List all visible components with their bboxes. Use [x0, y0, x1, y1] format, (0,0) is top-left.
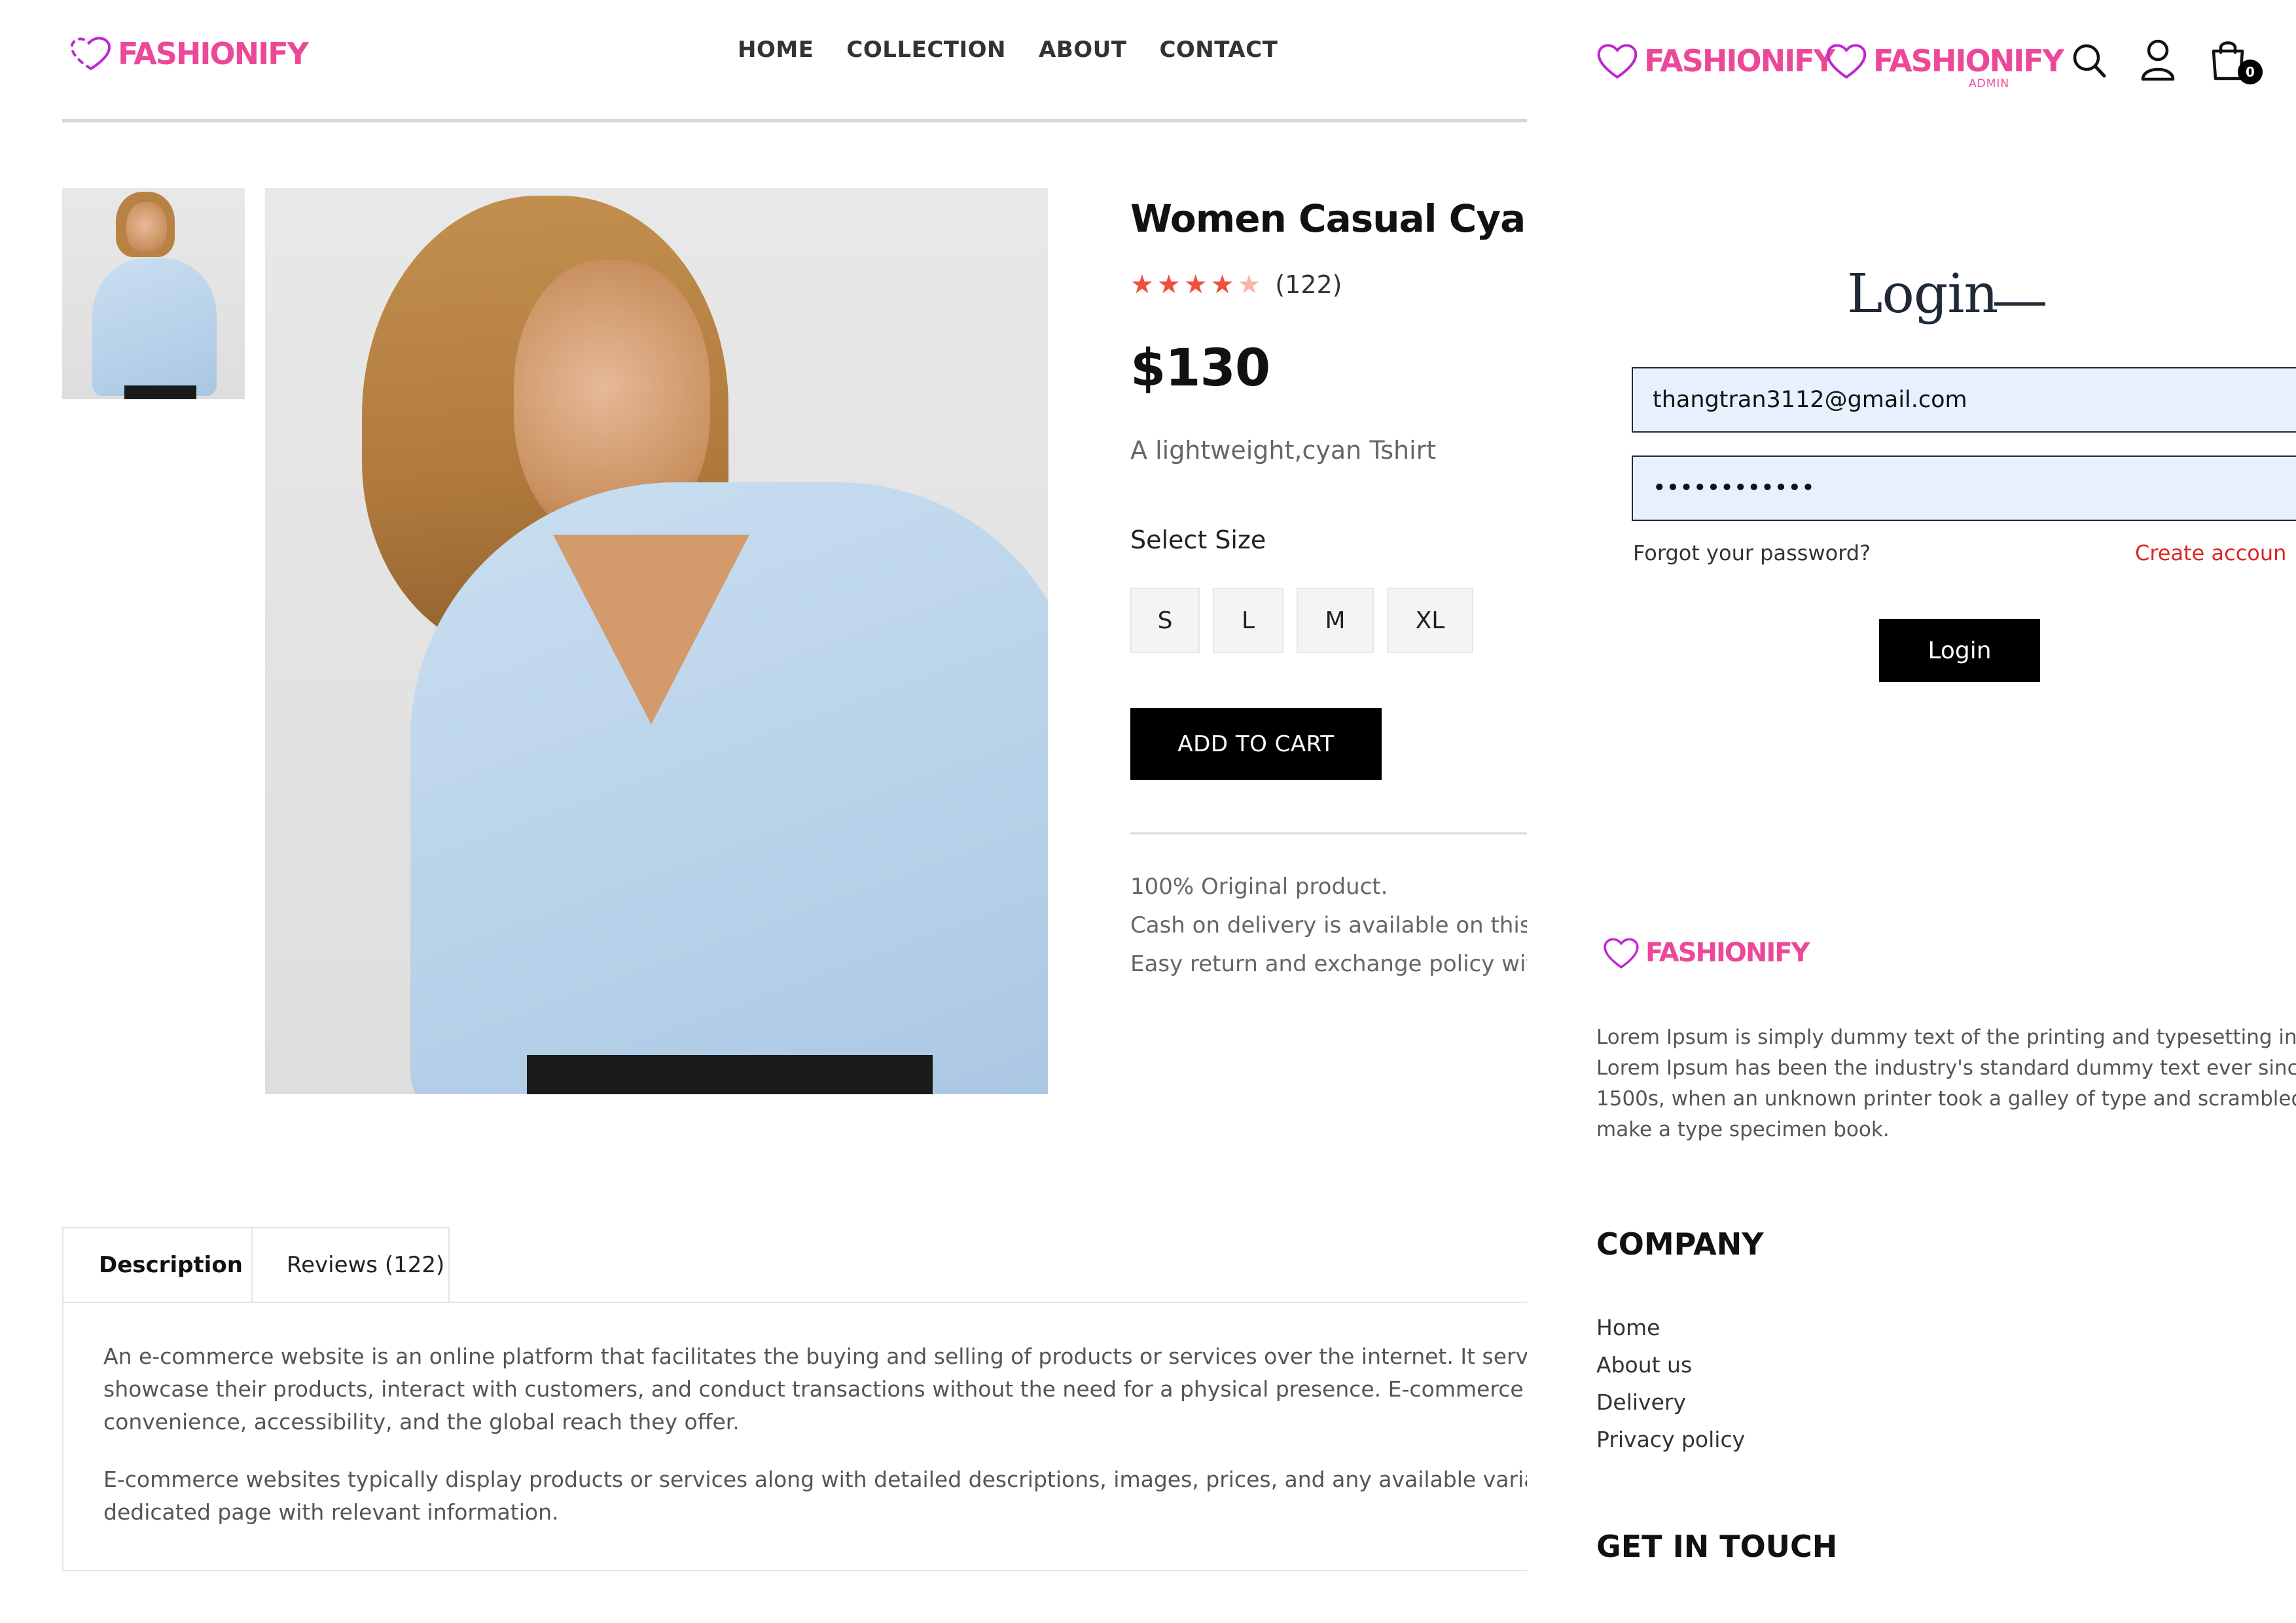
product-policies: 100% Original product. Cash on delivery … [1130, 868, 1527, 984]
login-page-pane: FASHIONIFY FASHIONIFY ADMIN 0 Login Forg… [1527, 0, 2296, 1623]
footer-about-line: Lorem Ipsum is simply dummy text of the … [1596, 1026, 2296, 1049]
email-field[interactable] [1632, 367, 2296, 433]
star-icon: ★ [1130, 270, 1154, 300]
cart-count-badge: 0 [2238, 60, 2263, 84]
product-tabs: Description Reviews (122) [62, 1227, 450, 1302]
forgot-password-link[interactable]: Forgot your password? [1633, 541, 1871, 565]
policy-item: Easy return and exchange policy within [1130, 951, 1527, 977]
footer-delivery-link[interactable]: Delivery [1596, 1383, 1745, 1421]
nav-contact-link[interactable]: CONTACT [1159, 37, 1278, 63]
policy-item: Cash on delivery is available on this pr… [1130, 912, 1527, 938]
product-rating: ★ ★ ★ ★ ★ (122) [1130, 270, 1342, 299]
admin-badge: ADMIN [1969, 77, 2010, 90]
fashionify-admin-logo[interactable]: FASHIONIFY ADMIN [1825, 42, 2064, 90]
header-divider [62, 119, 1527, 122]
logo-wordmark: FASHIONIFY [118, 36, 309, 71]
star-icon: ★ [1157, 270, 1181, 300]
rating-count: (122) [1275, 270, 1342, 299]
product-price: $130 [1130, 339, 1270, 398]
rating-stars: ★ ★ ★ ★ ★ [1130, 272, 1261, 298]
description-line: showcase their products, interact with c… [103, 1376, 1527, 1402]
nav-about-link[interactable]: ABOUT [1039, 37, 1126, 63]
admin-logo-wordmark: FASHIONIFY [1873, 43, 2064, 79]
heart-icon [1826, 44, 1867, 79]
star-icon: ★ [1183, 270, 1208, 300]
logo-wordmark: FASHIONIFY [1644, 43, 1835, 79]
heart-icon [70, 37, 111, 70]
get-in-touch-heading: GET IN TOUCH [1596, 1529, 1838, 1564]
password-field[interactable] [1632, 455, 2296, 521]
size-xl-button[interactable]: XL [1387, 588, 1473, 653]
heart-icon [1604, 938, 1639, 969]
nav-collection-link[interactable]: COLLECTION [846, 37, 1006, 63]
footer-logo: FASHIONIFY [1602, 936, 1810, 970]
user-icon[interactable] [2140, 39, 2176, 82]
description-line: An e-commerce website is an online platf… [103, 1344, 1527, 1369]
star-icon: ★ [1237, 270, 1261, 300]
main-nav: HOME COLLECTION ABOUT CONTACT [738, 37, 1278, 63]
size-s-button[interactable]: S [1130, 588, 1200, 653]
footer-about-line: make a type specimen book. [1596, 1118, 1890, 1141]
login-button[interactable]: Login [1879, 619, 2040, 682]
heart-icon [1597, 44, 1638, 79]
tab-reviews[interactable]: Reviews (122) [253, 1227, 450, 1302]
add-to-cart-button[interactable]: ADD TO CART [1130, 708, 1382, 780]
size-m-button[interactable]: M [1297, 588, 1374, 653]
footer-about-line: Lorem Ipsum has been the industry's stan… [1596, 1056, 2296, 1080]
footer-about-text: Lorem Ipsum is simply dummy text of the … [1596, 1022, 2296, 1145]
footer-logo-wordmark: FASHIONIFY [1645, 938, 1810, 968]
search-icon[interactable] [2071, 42, 2108, 80]
select-size-label: Select Size [1130, 526, 1266, 554]
star-icon: ★ [1210, 270, 1234, 300]
size-l-button[interactable]: L [1213, 588, 1283, 653]
company-links: Home About us Delivery Privacy policy [1596, 1309, 1745, 1458]
description-line: E-commerce websites typically display pr… [103, 1467, 1527, 1492]
fashionify-logo[interactable]: FASHIONIFY [1596, 42, 1835, 80]
nav-home-link[interactable]: HOME [738, 37, 814, 63]
footer-privacy-link[interactable]: Privacy policy [1596, 1421, 1745, 1458]
size-options: S L M XL [1130, 588, 1473, 653]
footer-home-link[interactable]: Home [1596, 1309, 1745, 1346]
footer-about-line: 1500s, when an unknown printer took a ga… [1596, 1087, 2296, 1111]
product-title: Women Casual Cyan Sh [1130, 196, 1527, 241]
footer-about-link[interactable]: About us [1596, 1346, 1745, 1383]
product-thumbnail[interactable] [62, 188, 245, 399]
create-account-link[interactable]: Create accoun [2135, 541, 2296, 565]
product-short-description: A lightweight,cyan Tshirt [1130, 436, 1437, 465]
fashionify-logo[interactable]: FASHIONIFY [68, 35, 309, 72]
details-divider [1130, 832, 1527, 834]
policy-item: 100% Original product. [1130, 874, 1388, 900]
login-title-dash [1994, 302, 2045, 306]
login-title: Login [1847, 263, 1998, 325]
tab-description[interactable]: Description [62, 1227, 253, 1302]
product-page-pane: FASHIONIFY HOME COLLECTION ABOUT CONTACT… [0, 0, 1527, 1623]
description-line: convenience, accessibility, and the glob… [103, 1409, 740, 1435]
company-heading: COMPANY [1596, 1226, 1764, 1262]
description-paragraph-1: An e-commerce website is an online platf… [103, 1340, 1527, 1438]
description-paragraph-2: E-commerce websites typically display pr… [103, 1463, 1527, 1529]
product-main-image [265, 188, 1048, 1094]
description-line: dedicated page with relevant information… [103, 1499, 559, 1525]
